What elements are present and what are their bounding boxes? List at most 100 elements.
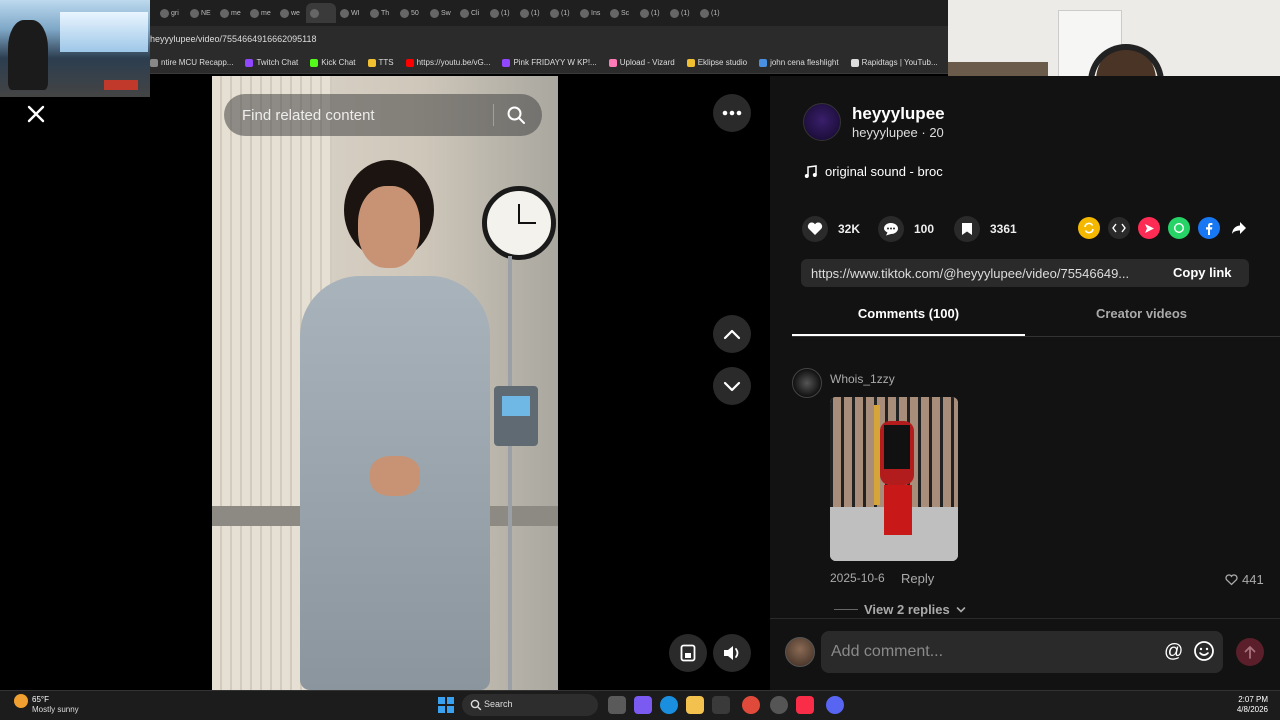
post-comment-button[interactable] [1236,638,1264,666]
bookmark-label: Kick Chat [321,58,356,67]
more-options-button[interactable] [713,94,751,132]
comment-input[interactable] [831,631,1151,673]
tab-favicon-icon [670,8,679,18]
video-player[interactable] [212,76,558,690]
related-search-input[interactable] [242,94,492,136]
tab-favicon-icon [160,8,169,18]
tab-favicon-icon [490,8,499,18]
weather-description[interactable]: Mostly sunny [32,705,79,714]
bookmark-icon [954,216,980,242]
facebook-icon[interactable] [1198,217,1220,239]
taskbar-search[interactable]: Search [462,694,598,716]
bookmark-label: Eklipse studio [697,58,748,67]
tab-label: Cli [471,9,480,17]
browser-tab[interactable]: we [276,3,306,23]
browser-tab[interactable]: NE [186,3,216,23]
tab-label: Sw [441,9,451,17]
browser-tab[interactable]: WI [336,3,366,23]
browser-tab[interactable]: me [216,3,246,23]
next-video-button[interactable] [713,367,751,405]
browser-tab[interactable]: (1) [636,3,666,23]
commenter-username[interactable]: Whois_1zzy [830,372,895,386]
chevron-down-icon [723,381,741,392]
tab-label: (1) [531,9,540,17]
obs-icon[interactable] [770,696,788,714]
view-replies-button[interactable]: View 2 replies [834,602,966,617]
send-to-friends-icon[interactable] [1138,217,1160,239]
browser-tab[interactable]: 50 [396,3,426,23]
music-note-icon [804,164,817,178]
clock-time[interactable]: 2:07 PM [1236,695,1268,704]
whatsapp-icon[interactable] [1168,217,1190,239]
tab-divider [792,336,1280,337]
comment-image[interactable] [830,397,958,561]
music-app-icon[interactable] [796,696,814,714]
browser-tab[interactable]: Ins [576,3,606,23]
weather-icon[interactable] [14,694,28,708]
browser-tab[interactable]: Cli [456,3,486,23]
browser-tab[interactable]: (1) [666,3,696,23]
bookmark-item[interactable]: https://youtu.be/vG... [405,58,490,67]
browser-tab[interactable]: Th [366,3,396,23]
browser-tab[interactable] [306,3,336,23]
bookmark-item[interactable]: Pink FRIDAYY W KP!... [502,58,597,67]
store-icon[interactable] [712,696,730,714]
previous-video-button[interactable] [713,315,751,353]
tab-label: (1) [651,9,660,17]
embed-icon[interactable] [1108,217,1130,239]
volume-icon [724,646,739,660]
reply-button[interactable]: Reply [901,571,934,586]
tab-comments[interactable]: Comments (100) [792,306,1025,336]
start-button[interactable] [438,697,454,713]
bookmark-item[interactable]: TTS [367,58,394,67]
edge-icon[interactable] [660,696,678,714]
copy-link-button[interactable]: Copy link [1173,265,1232,280]
bookmark-favicon-icon [686,58,695,67]
music-link[interactable]: original sound - broc [804,164,943,179]
file-explorer-icon[interactable] [686,696,704,714]
bookmark-item[interactable]: Twitch Chat [245,58,298,67]
task-view-icon[interactable] [608,696,626,714]
tab-favicon-icon [250,8,259,18]
bookmark-item[interactable]: ntire MCU Recapp... [150,58,233,67]
copilot-icon[interactable] [634,696,652,714]
volume-button[interactable] [713,634,751,672]
author-avatar[interactable] [803,103,841,141]
like-button[interactable]: 32K [802,216,860,242]
url-text[interactable]: heyyylupee/video/7554664916662095118 [150,34,316,44]
picture-in-picture-button[interactable] [669,634,707,672]
chrome-icon[interactable] [742,696,760,714]
music-title: original sound - broc [825,164,943,179]
tab-favicon-icon [280,8,289,18]
bookmark-item[interactable]: Rapidtags | YouTub... [850,58,938,67]
clock-date[interactable]: 4/8/2026 [1232,705,1268,714]
browser-tab[interactable]: (1) [516,3,546,23]
repost-icon[interactable] [1078,217,1100,239]
save-button[interactable]: 3361 [954,216,1017,242]
browser-tab[interactable]: Sc [606,3,636,23]
emoji-icon[interactable] [1193,640,1215,662]
tab-creator-videos[interactable]: Creator videos [1025,306,1258,336]
browser-tab[interactable]: Sw [426,3,456,23]
browser-tab[interactable]: gri [156,3,186,23]
mention-icon[interactable]: @ [1164,641,1183,663]
video-link-text[interactable]: https://www.tiktok.com/@heyyylupee/video… [811,266,1159,281]
browser-tab[interactable]: (1) [486,3,516,23]
discord-icon[interactable] [826,696,844,714]
search-icon[interactable] [506,105,526,125]
taskbar-search-label: Search [484,699,513,709]
share-arrow-icon[interactable] [1228,217,1250,239]
bookmark-item[interactable]: Kick Chat [310,58,356,67]
bookmark-item[interactable]: Eklipse studio [686,58,748,67]
browser-tab[interactable]: (1) [546,3,576,23]
browser-tab[interactable]: me [246,3,276,23]
close-button[interactable] [22,100,50,128]
browser-tab[interactable]: (1) [696,3,726,23]
comment-button[interactable]: 100 [878,216,934,242]
bookmark-item[interactable]: john cena fleshlight [759,58,839,67]
bookmark-item[interactable]: Upload - Vizard [608,58,675,67]
weather-temperature[interactable]: 65°F [32,695,49,704]
comment-like-button[interactable]: 441 [1225,572,1264,587]
author-name[interactable]: heyyylupee [852,104,945,124]
commenter-avatar[interactable] [792,368,822,398]
